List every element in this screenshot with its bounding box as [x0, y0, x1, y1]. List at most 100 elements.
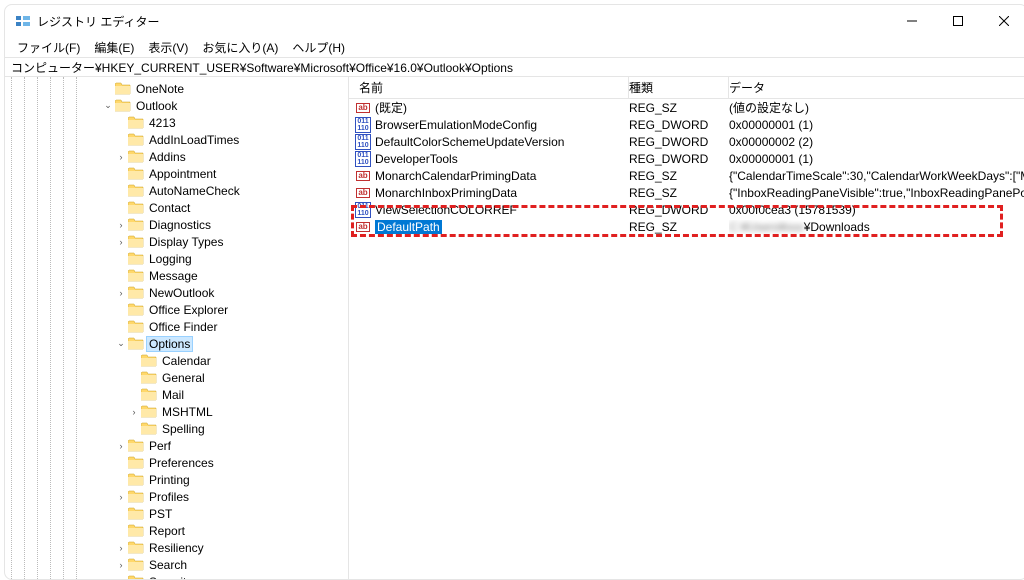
tree-item[interactable]: › Resiliency [11, 539, 348, 556]
tree-item[interactable]: Security [11, 573, 348, 579]
tree-item[interactable]: Appointment [11, 165, 348, 182]
list-body[interactable]: ab(既定)REG_SZ(値の設定なし)011110BrowserEmulati… [349, 99, 1024, 579]
tree-item[interactable]: Office Explorer [11, 301, 348, 318]
tree-item[interactable]: Logging [11, 250, 348, 267]
tree-label[interactable]: AddInLoadTimes [147, 133, 241, 147]
tree-label[interactable]: OneNote [134, 82, 186, 96]
tree-label[interactable]: Options [147, 337, 192, 351]
chevron-right-icon[interactable]: › [115, 560, 127, 570]
folder-icon [115, 82, 131, 96]
value-row[interactable]: abDefaultPathREG_SZC:¥Users¥xxx¥Download… [349, 218, 1024, 235]
value-row[interactable]: abMonarchInboxPrimingDataREG_SZ{"InboxRe… [349, 184, 1024, 201]
menu-help[interactable]: ヘルプ(H) [286, 38, 351, 57]
menu-view[interactable]: 表示(V) [142, 38, 194, 57]
tree-item[interactable]: Preferences [11, 454, 348, 471]
tree-label[interactable]: Addins [147, 150, 188, 164]
tree-label[interactable]: Spelling [160, 422, 207, 436]
chevron-right-icon[interactable]: › [115, 543, 127, 553]
folder-icon [128, 218, 144, 232]
titlebar[interactable]: レジストリ エディター [5, 5, 1024, 37]
chevron-right-icon[interactable]: › [115, 288, 127, 298]
menu-favorites[interactable]: お気に入り(A) [196, 38, 284, 57]
tree-item[interactable]: Office Finder [11, 318, 348, 335]
tree-label[interactable]: MSHTML [160, 405, 215, 419]
tree-label[interactable]: Calendar [160, 354, 213, 368]
tree-label[interactable]: NewOutlook [147, 286, 216, 300]
tree-label[interactable]: Message [147, 269, 200, 283]
tree-item[interactable]: › Display Types [11, 233, 348, 250]
chevron-down-icon[interactable]: ⌄ [102, 100, 114, 111]
address-bar[interactable]: コンピューター¥HKEY_CURRENT_USER¥Software¥Micro… [5, 57, 1024, 77]
chevron-right-icon[interactable]: › [115, 220, 127, 230]
value-row[interactable]: 011110DefaultColorSchemeUpdateVersionREG… [349, 133, 1024, 150]
tree-label[interactable]: Outlook [134, 99, 179, 113]
tree-item[interactable]: ⌄ Outlook [11, 97, 348, 114]
tree-label[interactable]: Appointment [147, 167, 218, 181]
chevron-right-icon[interactable]: › [115, 152, 127, 162]
close-button[interactable] [981, 5, 1024, 37]
tree-label[interactable]: Report [147, 524, 187, 538]
tree-label[interactable]: Profiles [147, 490, 191, 504]
chevron-down-icon[interactable]: ⌄ [115, 338, 127, 349]
chevron-right-icon[interactable]: › [115, 492, 127, 502]
tree-item[interactable]: Contact [11, 199, 348, 216]
tree-label[interactable]: Perf [147, 439, 173, 453]
tree-label[interactable]: Printing [147, 473, 192, 487]
tree-label[interactable]: Security [147, 575, 194, 580]
value-row[interactable]: 011110ViewSelectionCOLORREFREG_DWORD0x00… [349, 201, 1024, 218]
tree-item[interactable]: › Profiles [11, 488, 348, 505]
chevron-right-icon[interactable]: › [115, 441, 127, 451]
tree-label[interactable]: AutoNameCheck [147, 184, 242, 198]
value-row[interactable]: 011110DeveloperToolsREG_DWORD0x00000001 … [349, 150, 1024, 167]
value-row[interactable]: ab(既定)REG_SZ(値の設定なし) [349, 99, 1024, 116]
value-row[interactable]: 011110BrowserEmulationModeConfigREG_DWOR… [349, 116, 1024, 133]
tree-item[interactable]: › Addins [11, 148, 348, 165]
tree-label[interactable]: Diagnostics [147, 218, 213, 232]
tree-item[interactable]: Message [11, 267, 348, 284]
tree-label[interactable]: Search [147, 558, 189, 572]
tree-item[interactable]: PST [11, 505, 348, 522]
tree-label[interactable]: Display Types [147, 235, 225, 249]
tree-label[interactable]: 4213 [147, 116, 178, 130]
tree-item[interactable]: Mail [11, 386, 348, 403]
tree-label[interactable]: Preferences [147, 456, 216, 470]
col-data[interactable]: データ [729, 77, 1024, 98]
tree-item[interactable]: General [11, 369, 348, 386]
col-type[interactable]: 種類 [629, 77, 729, 98]
chevron-right-icon[interactable]: › [128, 407, 140, 417]
tree-label[interactable]: Mail [160, 388, 186, 402]
tree-label[interactable]: Office Explorer [147, 303, 230, 317]
tree-item[interactable]: Spelling [11, 420, 348, 437]
folder-icon [128, 150, 144, 164]
tree-item[interactable]: Report [11, 522, 348, 539]
maximize-button[interactable] [935, 5, 981, 37]
tree-item[interactable]: › NewOutlook [11, 284, 348, 301]
tree-item[interactable]: Calendar [11, 352, 348, 369]
tree-item[interactable]: OneNote [11, 80, 348, 97]
tree-item[interactable]: › Diagnostics [11, 216, 348, 233]
tree-label[interactable]: Office Finder [147, 320, 219, 334]
tree-item[interactable]: AutoNameCheck [11, 182, 348, 199]
tree-item[interactable]: › MSHTML [11, 403, 348, 420]
tree-item[interactable]: › Perf [11, 437, 348, 454]
tree-item[interactable]: ⌄ Options [11, 335, 348, 352]
minimize-button[interactable] [889, 5, 935, 37]
menu-edit[interactable]: 編集(E) [88, 38, 140, 57]
value-row[interactable]: abMonarchCalendarPrimingDataREG_SZ{"Cale… [349, 167, 1024, 184]
tree-pane[interactable]: OneNote ⌄ Outlook 4213 AddInLoadTimes › Addins… [5, 77, 349, 579]
tree-item[interactable]: Printing [11, 471, 348, 488]
tree-item[interactable]: › Search [11, 556, 348, 573]
tree-label[interactable]: General [160, 371, 207, 385]
folder-icon [128, 286, 144, 300]
tree-label[interactable]: Resiliency [147, 541, 206, 555]
tree-item[interactable]: 4213 [11, 114, 348, 131]
tree-item[interactable]: AddInLoadTimes [11, 131, 348, 148]
tree-label[interactable]: Logging [147, 252, 194, 266]
menu-file[interactable]: ファイル(F) [11, 38, 86, 57]
reg-sz-icon: ab [355, 101, 371, 115]
list-header[interactable]: 名前 種類 データ [349, 77, 1024, 99]
chevron-right-icon[interactable]: › [115, 237, 127, 247]
tree-label[interactable]: Contact [147, 201, 192, 215]
col-name[interactable]: 名前 [349, 77, 629, 98]
tree-label[interactable]: PST [147, 507, 174, 521]
